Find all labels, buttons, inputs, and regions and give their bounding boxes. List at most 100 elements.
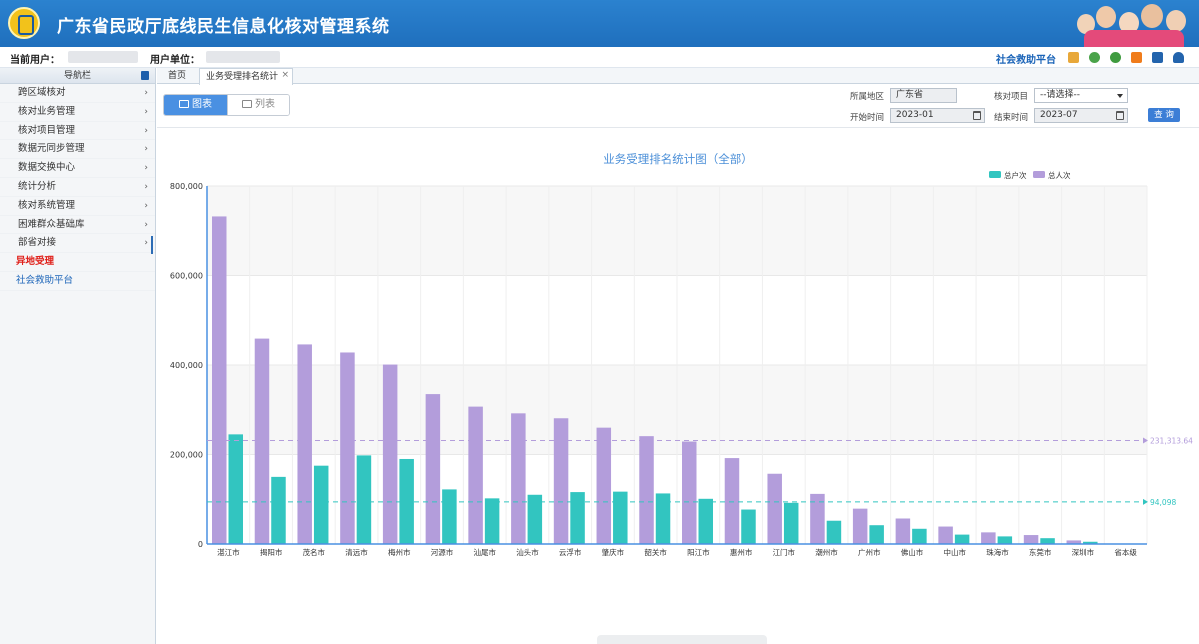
sidebar-item-label: 社会救助平台 (16, 274, 74, 286)
bar-total-households (313, 465, 329, 544)
bar-total-households (698, 498, 713, 544)
sidebar-item-check-business[interactable]: 核对业务管理 › (0, 103, 155, 122)
chart-view-button[interactable]: 图表 (164, 95, 227, 115)
x-tick-label: 东莞市 (1029, 547, 1052, 557)
legend-swatch (989, 171, 1001, 178)
project-select[interactable]: --请选择-- (1034, 88, 1128, 103)
sidebar-item-label: 核对业务管理 (18, 105, 76, 117)
help-icon[interactable] (1110, 52, 1121, 63)
app-header: 广东省民政厅底线民生信息化核对管理系统 (0, 0, 1199, 47)
x-tick-label: 揭阳市 (260, 547, 283, 557)
start-time-label: 开始时间 (850, 113, 885, 123)
bar-total-persons (895, 518, 911, 544)
sidebar-item-label: 核对项目管理 (18, 124, 76, 136)
x-tick-label: 潮州市 (815, 547, 838, 557)
user-unit-label: 用户单位： (150, 55, 200, 66)
sidebar-item-needy-database[interactable]: 困难群众基础库 › (0, 216, 155, 235)
region-field[interactable]: 广东省 (890, 88, 957, 103)
sidebar-item-remote-acceptance[interactable]: 异地受理 (0, 253, 155, 272)
y-tick-label: 800,000 (170, 182, 203, 191)
x-tick-label: 清远市 (345, 547, 368, 557)
sidebar-item-label: 数据元同步管理 (18, 143, 85, 155)
bar-total-persons (553, 418, 569, 544)
tab-ranking-stats[interactable]: 业务受理排名统计 × (199, 67, 294, 85)
c-badge-icon[interactable] (1131, 52, 1142, 63)
x-tick-label: 中山市 (943, 547, 966, 557)
region-value: 广东省 (896, 90, 924, 100)
sidebar-item-label: 核对系统管理 (18, 199, 76, 211)
sidebar-item-label: 跨区域核对 (18, 87, 66, 98)
x-tick-label: 河源市 (431, 547, 454, 557)
list-icon (242, 100, 252, 108)
app-title: 广东省民政厅底线民生信息化核对管理系统 (57, 17, 390, 37)
filter-toolbar: 图表 列表 所属地区 广东省 核对项目 --请选择-- 开始时间 2023-01… (157, 85, 1199, 128)
sidebar-item-cross-region-check[interactable]: 跨区域核对 › (0, 84, 155, 103)
sidebar-item-statistics[interactable]: 统计分析 › (0, 178, 155, 197)
chevron-right-icon: › (144, 106, 148, 117)
close-icon[interactable]: × (281, 67, 289, 83)
x-tick-label: 深圳市 (1072, 547, 1095, 557)
home-icon[interactable] (1068, 52, 1079, 63)
view-toggle: 图表 列表 (163, 94, 290, 116)
query-button[interactable]: 查 询 (1148, 108, 1180, 122)
tab-bar: 首页 业务受理排名统计 × (157, 67, 1199, 85)
bar-total-persons (938, 526, 953, 544)
bar-total-persons (340, 352, 355, 544)
x-tick-label: 肇庆市 (602, 547, 625, 557)
chevron-down-icon (1117, 94, 1123, 98)
y-tick-label: 200,000 (170, 451, 203, 460)
bar-total-households (570, 492, 585, 544)
bar-total-persons (254, 338, 270, 544)
legend-label: 总户次 (1004, 170, 1027, 180)
sidebar-item-data-exchange[interactable]: 数据交换中心 › (0, 159, 155, 178)
list-view-label: 列表 (255, 99, 275, 110)
horizontal-scroll-hint[interactable] (597, 635, 767, 644)
end-time-input[interactable]: 2023-07 (1034, 108, 1128, 123)
bar-total-households (783, 502, 799, 544)
bar-total-persons (382, 364, 398, 544)
bar-chart-svg: 0 200,000 400,000 600,000 800,000 湛江市 揭阳市 茂名市 清远… (170, 170, 1193, 557)
end-time-value: 2023-07 (1040, 110, 1078, 120)
sidebar-pin-lock-icon[interactable] (141, 71, 149, 80)
current-user-value-masked (68, 51, 138, 63)
bar-total-persons (297, 344, 312, 544)
legend-swatch (1033, 171, 1045, 178)
refresh-icon[interactable] (1089, 52, 1100, 63)
social-assistance-platform-link[interactable]: 社会救助平台 (996, 51, 1056, 66)
sidebar-title: 导航栏 (63, 71, 91, 81)
sidebar-item-check-project[interactable]: 核对项目管理 › (0, 122, 155, 141)
sidebar-item-data-sync[interactable]: 数据元同步管理 › (0, 140, 155, 160)
bar-total-households (869, 525, 884, 544)
user-icon[interactable] (1173, 52, 1184, 63)
sidebar-item-social-platform[interactable]: 社会救助平台 (0, 272, 155, 291)
sidebar-item-label: 统计分析 (18, 180, 57, 192)
x-tick-label: 汕头市 (516, 547, 539, 557)
bar-total-households (826, 520, 842, 544)
current-user-label: 当前用户： (10, 55, 60, 66)
chevron-right-icon: › (144, 238, 148, 249)
user-info-bar: 当前用户： 用户单位： 社会救助平台 (0, 47, 1199, 68)
sidebar: 导航栏 跨区域核对 › 核对业务管理 › 核对项目管理 › 数据元同步管理 › 数据交换… (0, 68, 156, 644)
list-view-button[interactable]: 列表 (227, 95, 289, 115)
chevron-right-icon: › (144, 181, 148, 192)
bar-total-households (442, 489, 457, 544)
x-tick-label: 广州市 (858, 547, 881, 557)
bar-total-persons (212, 216, 227, 544)
bar-total-persons (1023, 535, 1039, 544)
bar-total-persons (767, 473, 782, 544)
tab-home[interactable]: 首页 (162, 68, 192, 84)
bar-total-households (997, 536, 1013, 544)
chart-view-label: 图表 (192, 99, 212, 110)
lock-icon[interactable] (1152, 52, 1163, 63)
bar-total-households (655, 493, 671, 544)
start-time-input[interactable]: 2023-01 (890, 108, 985, 123)
calendar-icon[interactable] (1116, 111, 1124, 120)
sidebar-scroll-indicator[interactable] (151, 236, 153, 254)
calendar-icon[interactable] (973, 111, 981, 120)
x-tick-label: 茂名市 (303, 547, 326, 557)
chevron-right-icon: › (144, 200, 148, 211)
y-tick-label: 600,000 (170, 272, 203, 281)
sidebar-item-system-admin[interactable]: 核对系统管理 › (0, 197, 155, 216)
sidebar-item-ministry-link[interactable]: 部省对接 › (0, 234, 155, 254)
chevron-right-icon: › (144, 88, 148, 98)
